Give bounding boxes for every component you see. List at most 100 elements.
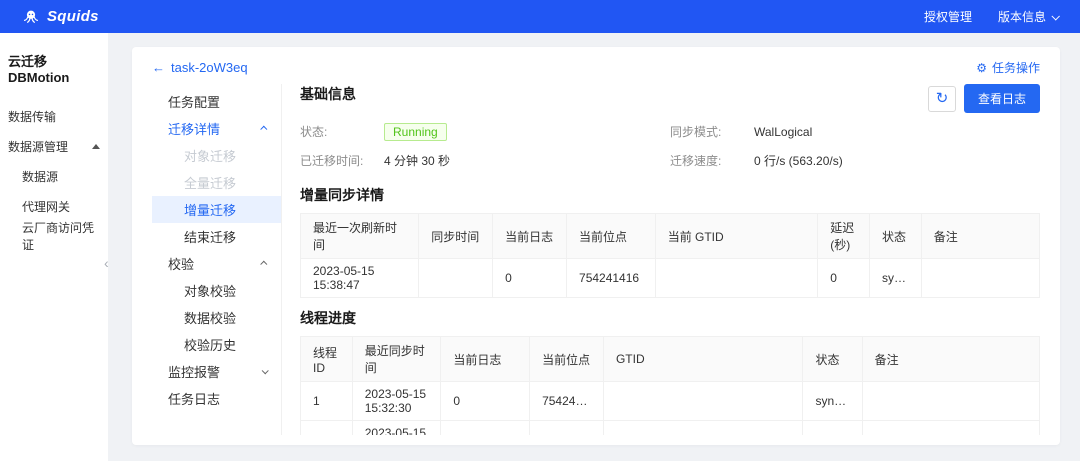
col-header: 同步时间	[418, 213, 494, 259]
thread-progress-title: 线程进度	[300, 310, 356, 326]
refresh-button[interactable]: ↻	[927, 85, 956, 112]
nav-item-object-migration[interactable]: 对象迁移	[152, 142, 281, 169]
col-header: 线程 ID	[300, 336, 353, 382]
basic-info-fields: 状态: Running 同步模式: WalLogical 已迁移时间: 4 分钟…	[300, 117, 1040, 175]
col-header: 延迟(秒)	[817, 213, 870, 259]
table-cell	[602, 420, 804, 435]
table-cell	[654, 258, 819, 298]
task-card: ← task-2oW3eq ⚙ 任务操作 任务配置 迁移详情 对象迁移 全量迁移…	[132, 47, 1060, 445]
col-header: GTID	[602, 336, 804, 382]
table-cell: 2023-05-15 15:32:30	[351, 381, 442, 421]
nav-item-label: 任务配置	[168, 95, 221, 110]
topbar-item-license[interactable]: 授权管理	[924, 8, 972, 25]
task-actions-label: 任务操作	[991, 61, 1040, 75]
nav-item-end-migration[interactable]: 结束迁移	[152, 223, 281, 250]
col-header: 当前日志	[492, 213, 568, 259]
nav-item-verify-history[interactable]: 校验历史	[152, 331, 281, 358]
field-label: 已迁移时间:	[300, 154, 364, 168]
nav-item-full-migration[interactable]: 全量迁移	[152, 169, 281, 196]
field-sync-mode: 同步模式: WalLogical	[670, 117, 1040, 146]
table-header-row: 线程 ID 最近同步时间 当前日志 当前位点 GTID 状态 备注	[300, 336, 1040, 382]
nav-item-label: 迁移详情	[168, 122, 221, 137]
nav-item-label: 增量迁移	[184, 203, 237, 218]
sidebar-collapse-icon[interactable]: ‹	[104, 256, 109, 270]
incr-sync-table: 最近一次刷新时间 同步时间 当前日志 当前位点 当前 GTID 延迟(秒) 状态…	[299, 213, 1040, 298]
refresh-icon: ↻	[935, 89, 949, 107]
field-migration-speed: 迁移速度: 0 行/s (563.20/s)	[670, 146, 1040, 175]
table-cell	[418, 258, 494, 298]
field-value: 4 分钟 30 秒	[384, 154, 451, 168]
sidebar-item-label: 数据传输	[8, 109, 57, 124]
table-cell: syncing	[802, 381, 863, 421]
gear-icon: ⚙	[976, 60, 987, 75]
nav-item-migration-detail[interactable]: 迁移详情	[152, 115, 281, 142]
table-row: 2023-05-15 15:38:47 0 754241416 0 syncing	[299, 258, 1040, 298]
nav-item-object-verify[interactable]: 对象校验	[152, 277, 281, 304]
table-row: 1 2023-05-15 15:32:30 0 754241416 syncing	[300, 381, 1040, 421]
nav-item-label: 数据校验	[184, 311, 237, 326]
table-cell: 2	[300, 420, 353, 435]
table-cell: 2023-05-15 15:32:30	[351, 420, 442, 435]
col-header: 当前位点	[529, 336, 604, 382]
nav-item-incremental-migration[interactable]: 增量迁移	[152, 196, 281, 223]
content-header: 基础信息 ↻ 查看日志	[300, 84, 1040, 113]
triangle-up-icon	[92, 143, 100, 149]
nav-item-label: 全量迁移	[184, 176, 237, 191]
nav-item-label: 监控报警	[168, 365, 221, 380]
col-header: 状态	[802, 336, 863, 382]
table-cell: syncing	[868, 258, 922, 298]
nav-item-verification[interactable]: 校验	[152, 250, 281, 277]
sidebar-title: 云迁移 DBMotion	[8, 54, 70, 85]
nav-item-label: 结束迁移	[184, 230, 237, 245]
header-actions: ↻ 查看日志	[927, 84, 1040, 113]
table-cell: 0	[440, 381, 531, 421]
field-label: 同步模式:	[670, 125, 722, 139]
nav-item-label: 对象校验	[184, 284, 237, 299]
status-badge: Running	[384, 122, 447, 141]
chevron-up-icon	[260, 260, 268, 268]
field-label: 迁移速度:	[670, 154, 722, 168]
chevron-down-icon	[1051, 11, 1060, 21]
main-area: ← task-2oW3eq ⚙ 任务操作 任务配置 迁移详情 对象迁移 全量迁移…	[108, 33, 1080, 461]
sidebar-item-cloud-credentials[interactable]: 云厂商访问凭证	[0, 221, 108, 252]
col-header: 最近一次刷新时间	[299, 213, 420, 259]
view-log-button[interactable]: 查看日志	[963, 84, 1040, 113]
nav-item-monitor-alert[interactable]: 监控报警	[152, 358, 281, 385]
col-header: 备注	[920, 213, 1040, 259]
back-link[interactable]: ← task-2oW3eq	[152, 60, 248, 75]
task-actions-button[interactable]: ⚙ 任务操作	[976, 59, 1040, 76]
col-header: 当前 GTID	[654, 213, 819, 259]
nav-item-task-log[interactable]: 任务日志	[152, 385, 281, 412]
basic-info-title: 基础信息	[300, 86, 356, 102]
sidebar-item-data-transfer[interactable]: 数据传输	[0, 101, 108, 131]
task-nav: 任务配置 迁移详情 对象迁移 全量迁移 增量迁移 结束迁移 校验 对象校验 数据…	[152, 84, 282, 435]
page-layout: 云迁移 DBMotion 数据传输 数据源管理 数据源 代理网关 云厂商访问凭证…	[0, 33, 1080, 461]
col-header: 当前位点	[566, 213, 656, 259]
sidebar-item-datasource[interactable]: 数据源	[0, 161, 108, 191]
sidebar-item-datasource-mgmt[interactable]: 数据源管理	[0, 131, 108, 161]
card-body: 任务配置 迁移详情 对象迁移 全量迁移 增量迁移 结束迁移 校验 对象校验 数据…	[152, 84, 1040, 435]
thread-progress-table: 线程 ID 最近同步时间 当前日志 当前位点 GTID 状态 备注 1 2023-…	[300, 336, 1040, 435]
sidebar-item-proxy-gateway[interactable]: 代理网关	[0, 191, 108, 221]
topbar-item-version[interactable]: 版本信息	[998, 8, 1060, 25]
table-cell	[861, 420, 1040, 435]
topbar-menu: 授权管理 版本信息	[924, 8, 1060, 25]
sidebar-item-label: 云厂商访问凭证	[22, 221, 95, 252]
field-status: 状态: Running	[300, 117, 670, 146]
logo: Squids	[22, 8, 99, 26]
back-arrow-icon: ←	[152, 60, 165, 75]
table-cell: 2023-05-15 15:38:47	[299, 258, 420, 298]
table-cell: syncing	[802, 420, 863, 435]
task-name: task-2oW3eq	[171, 60, 248, 75]
card-header: ← task-2oW3eq ⚙ 任务操作	[152, 59, 1040, 76]
table-cell	[861, 381, 1040, 421]
nav-item-task-config[interactable]: 任务配置	[152, 88, 281, 115]
table-header-row: 最近一次刷新时间 同步时间 当前日志 当前位点 当前 GTID 延迟(秒) 状态…	[299, 213, 1040, 259]
chevron-up-icon	[260, 125, 268, 133]
table-cell: 0	[492, 258, 568, 298]
field-label: 状态:	[300, 125, 328, 139]
col-header: 最近同步时间	[351, 336, 442, 382]
nav-item-data-verify[interactable]: 数据校验	[152, 304, 281, 331]
chevron-down-icon	[261, 367, 269, 375]
field-value: 0 行/s (563.20/s)	[754, 154, 843, 168]
